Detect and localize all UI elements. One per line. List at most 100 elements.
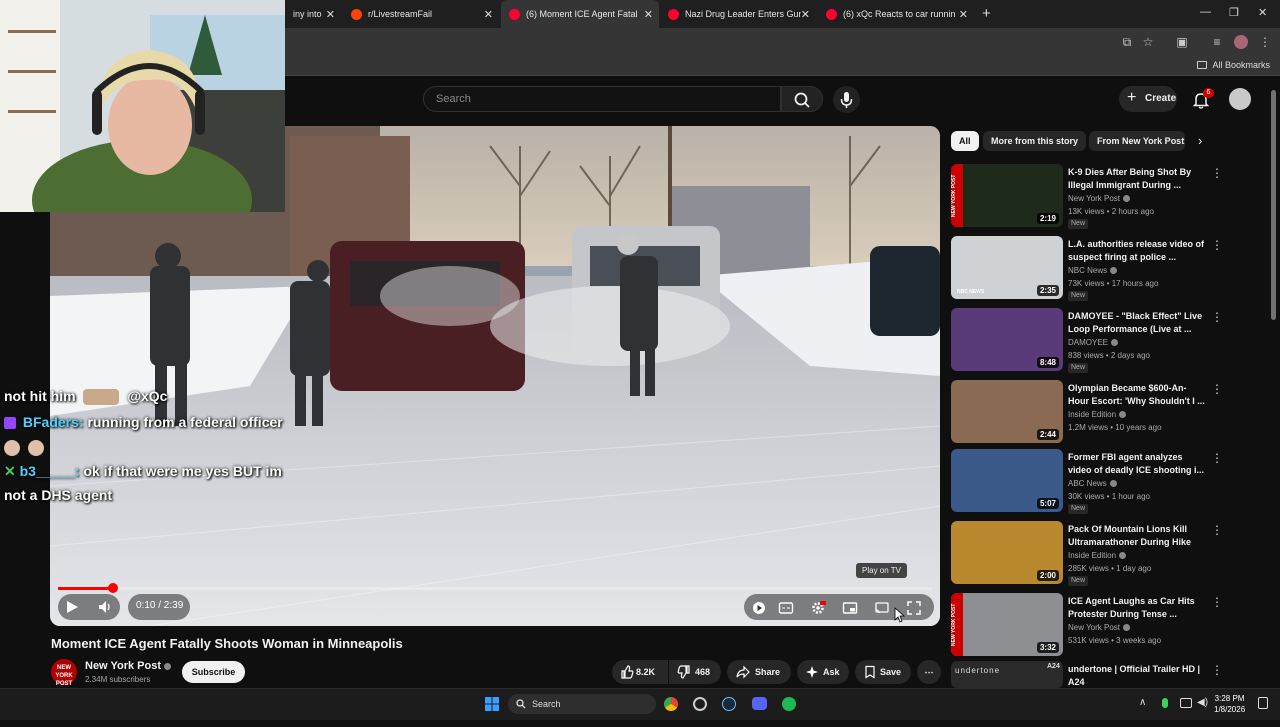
recommendation-title[interactable]: undertone | Official Trailer HD | A24 (1068, 663, 1206, 689)
browser-tab[interactable]: iny into ✕ (285, 0, 341, 28)
progress-scrubber[interactable] (108, 583, 119, 593)
notification-center-icon[interactable] (1258, 697, 1268, 709)
autoplay-toggle-icon[interactable] (751, 600, 767, 616)
discord-icon[interactable] (752, 697, 767, 710)
dislike-button[interactable]: 468 (669, 660, 721, 684)
recommendation-channel[interactable]: New York Post (1068, 194, 1131, 203)
subscribe-button[interactable]: Subscribe (182, 661, 245, 683)
minimize-icon[interactable]: — (1200, 6, 1211, 18)
page-scrollbar[interactable] (1271, 90, 1276, 320)
more-options-icon[interactable]: ⋮ (1211, 382, 1223, 396)
more-options-icon[interactable]: ⋮ (1211, 663, 1223, 677)
recommendation-channel[interactable]: ABC News (1068, 479, 1117, 488)
chrome-icon[interactable] (664, 697, 678, 711)
play-icon[interactable] (64, 599, 80, 615)
recommendation-channel[interactable]: Inside Edition (1068, 410, 1127, 419)
search-input[interactable]: Search (423, 86, 781, 112)
browser-tab-active[interactable]: (6) Moment ICE Agent Fatally S ✕ (501, 0, 659, 28)
more-options-icon[interactable]: ⋮ (1211, 310, 1223, 324)
like-button[interactable]: 8.2K (612, 660, 668, 684)
cast-icon[interactable] (874, 600, 890, 616)
search-button[interactable] (781, 86, 823, 112)
close-icon[interactable]: ✕ (959, 8, 968, 21)
taskbar-clock[interactable]: 3:28 PM 1/8/2026 (1214, 693, 1245, 715)
bookmark-star-icon[interactable]: ☆ (1141, 35, 1155, 49)
reading-list-icon[interactable]: ≡ (1210, 35, 1224, 49)
recommendation-channel[interactable]: NBC News (1068, 266, 1118, 275)
microphone-tray-icon[interactable] (1162, 698, 1168, 708)
menu-dots-icon[interactable]: ⋮ (1258, 35, 1272, 49)
video-thumbnail[interactable]: NEW YORK POST 3:32 (951, 593, 1063, 656)
more-options-icon[interactable]: ⋮ (1211, 523, 1223, 537)
channel-name[interactable]: New York Post (85, 660, 172, 672)
more-options-icon[interactable]: ⋮ (1211, 595, 1223, 609)
volume-icon[interactable] (97, 599, 113, 615)
recommendation-title[interactable]: L.A. authorities release video of suspec… (1068, 238, 1206, 264)
speaker-icon[interactable]: ◀) (1197, 697, 1208, 708)
recommendation-item[interactable]: 8:48 DAMOYEE - "Black Effect" Live Loop P… (951, 308, 1223, 374)
recommendation-channel[interactable]: New York Post (1068, 623, 1131, 632)
recommendation-item[interactable]: NEW YORK POST 2:19 K-9 Dies After Being Sh… (951, 164, 1223, 230)
close-icon[interactable]: ✕ (801, 8, 810, 21)
recommendation-item[interactable]: 5:07 Former FBI agent analyzes video of d… (951, 449, 1223, 515)
chip-all[interactable]: All (951, 131, 979, 151)
browser-tab[interactable]: Nazi Drug Leader Enters Gunfig ✕ (660, 0, 816, 28)
chip-from-channel[interactable]: From New York Post (1089, 131, 1185, 151)
more-options-icon[interactable]: ⋮ (1211, 451, 1223, 465)
restore-icon[interactable]: ❐ (1229, 6, 1239, 19)
create-button[interactable]: + Create (1119, 86, 1177, 112)
ask-button[interactable]: Ask (797, 660, 849, 684)
install-icon[interactable]: ⧉ (1120, 35, 1134, 49)
video-thumbnail[interactable]: 8:48 (951, 308, 1063, 371)
chevron-up-icon[interactable]: ∧ (1139, 697, 1146, 708)
chevron-right-icon[interactable]: › (1198, 133, 1202, 148)
recommendation-title[interactable]: DAMOYEE - "Black Effect" Live Loop Perfo… (1068, 310, 1206, 336)
obs-icon[interactable] (693, 697, 707, 711)
recommendation-item[interactable]: 2:00 Pack Of Mountain Lions Kill Ultramar… (951, 521, 1223, 587)
close-icon[interactable]: ✕ (326, 8, 335, 21)
miniplayer-icon[interactable] (842, 600, 858, 616)
recommendation-item[interactable]: NEW YORK POST 3:32 ICE Agent Laughs as Car… (951, 593, 1223, 659)
more-options-icon[interactable]: ⋮ (1211, 238, 1223, 252)
video-thumbnail[interactable]: NBC NEWS 2:35 (951, 236, 1063, 299)
browser-tab[interactable]: (6) xQc Reacts to car running o ✕ (818, 0, 974, 28)
account-avatar[interactable] (1229, 88, 1251, 110)
recommendation-title[interactable]: Pack Of Mountain Lions Kill Ultramaratho… (1068, 523, 1206, 549)
windows-start-icon[interactable] (484, 696, 500, 712)
share-button[interactable]: Share (727, 660, 791, 684)
video-thumbnail[interactable]: NEW YORK POST 2:19 (951, 164, 1063, 227)
video-thumbnail[interactable]: 2:44 (951, 380, 1063, 443)
channel-avatar[interactable]: NEW YORK POST (51, 659, 77, 687)
progress-bar[interactable] (58, 587, 932, 590)
spotify-icon[interactable] (782, 697, 796, 711)
video-thumbnail[interactable]: 5:07 (951, 449, 1063, 512)
close-icon[interactable]: ✕ (644, 8, 653, 21)
recommendation-item[interactable]: 2:44 Olympian Became $600-An-Hour Escort:… (951, 380, 1223, 446)
new-tab-icon[interactable]: + (982, 5, 991, 22)
fullscreen-icon[interactable] (906, 600, 922, 616)
recommendation-channel[interactable]: Inside Edition (1068, 551, 1127, 560)
all-bookmarks-button[interactable]: All Bookmarks (1197, 60, 1270, 70)
window-close-icon[interactable]: ✕ (1258, 6, 1267, 19)
recommendation-title[interactable]: ICE Agent Laughs as Car Hits Protester D… (1068, 595, 1206, 621)
close-icon[interactable]: ✕ (484, 8, 493, 21)
browser-tab[interactable]: r/LivestreamFail ✕ (343, 0, 499, 28)
video-thumbnail[interactable]: 2:00 (951, 521, 1063, 584)
chip-more-from-story[interactable]: More from this story (983, 131, 1087, 151)
recommendation-title[interactable]: K-9 Dies After Being Shot By Illegal Imm… (1068, 166, 1206, 192)
steam-icon[interactable] (722, 697, 736, 711)
more-actions-button[interactable]: ⋯ (917, 660, 941, 684)
settings-gear-icon[interactable] (810, 600, 826, 616)
more-options-icon[interactable]: ⋮ (1211, 166, 1223, 180)
recommendation-item[interactable]: NBC NEWS 2:35 L.A. authorities release vid… (951, 236, 1223, 302)
network-icon[interactable] (1180, 698, 1192, 708)
recommendation-title[interactable]: Former FBI agent analyzes video of deadl… (1068, 451, 1206, 477)
save-button[interactable]: Save (855, 660, 911, 684)
voice-search-button[interactable] (833, 86, 860, 113)
captions-icon[interactable] (778, 600, 794, 616)
recommendation-channel[interactable]: DAMOYEE (1068, 338, 1119, 347)
taskbar-search[interactable]: Search (508, 694, 656, 714)
profile-avatar-icon[interactable] (1234, 35, 1248, 49)
extensions-icon[interactable]: ▣ (1175, 35, 1189, 49)
recommendation-title[interactable]: Olympian Became $600-An-Hour Escort: 'Wh… (1068, 382, 1206, 408)
